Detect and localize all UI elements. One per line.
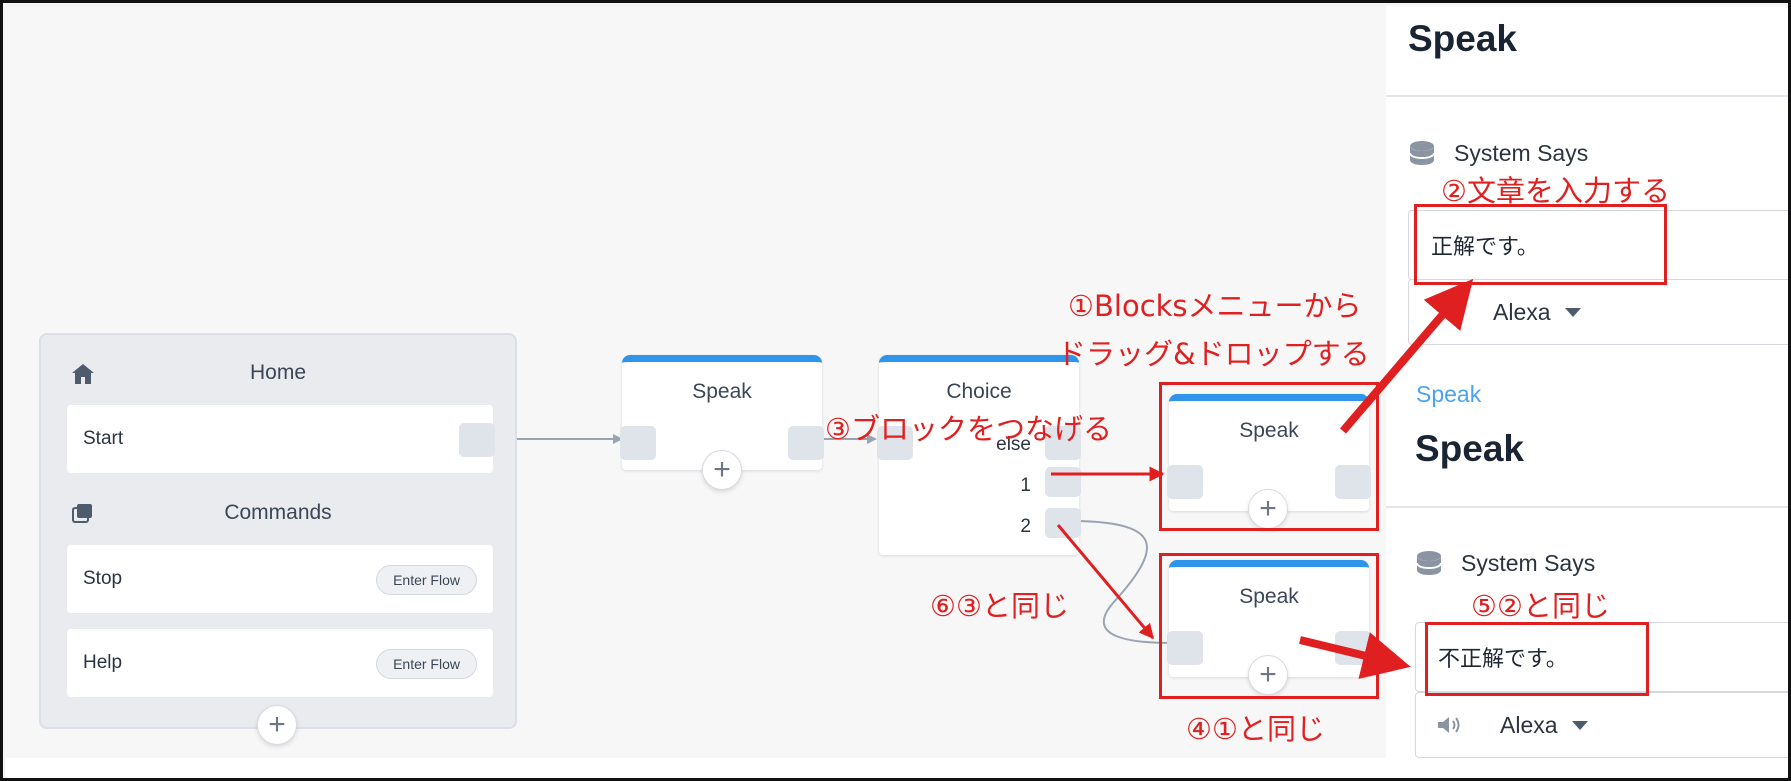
- annotation-step4: ④①と同じ: [1186, 712, 1325, 746]
- annotation-step2: ②文章を入力する: [1441, 174, 1670, 208]
- screenshot-frame: Home Start Commands Stop Enter Flow Help…: [0, 0, 1791, 781]
- annotation-step3: ③ブロックをつなげる: [825, 412, 1112, 446]
- arrow-to-text-input-2: [1299, 632, 1411, 679]
- arrow-choice-2-to-speak: [1056, 524, 1155, 640]
- annotation-step6: ⑥③と同じ: [930, 589, 1069, 623]
- annotation-arrows: [1051, 278, 1474, 679]
- annotation-step1-line2: ドラッグ&ドロップする: [1057, 337, 1370, 371]
- annotation-step5: ⑤②と同じ: [1471, 589, 1610, 623]
- annotation-step1-line1: ①Blocksメニューから: [1068, 289, 1362, 323]
